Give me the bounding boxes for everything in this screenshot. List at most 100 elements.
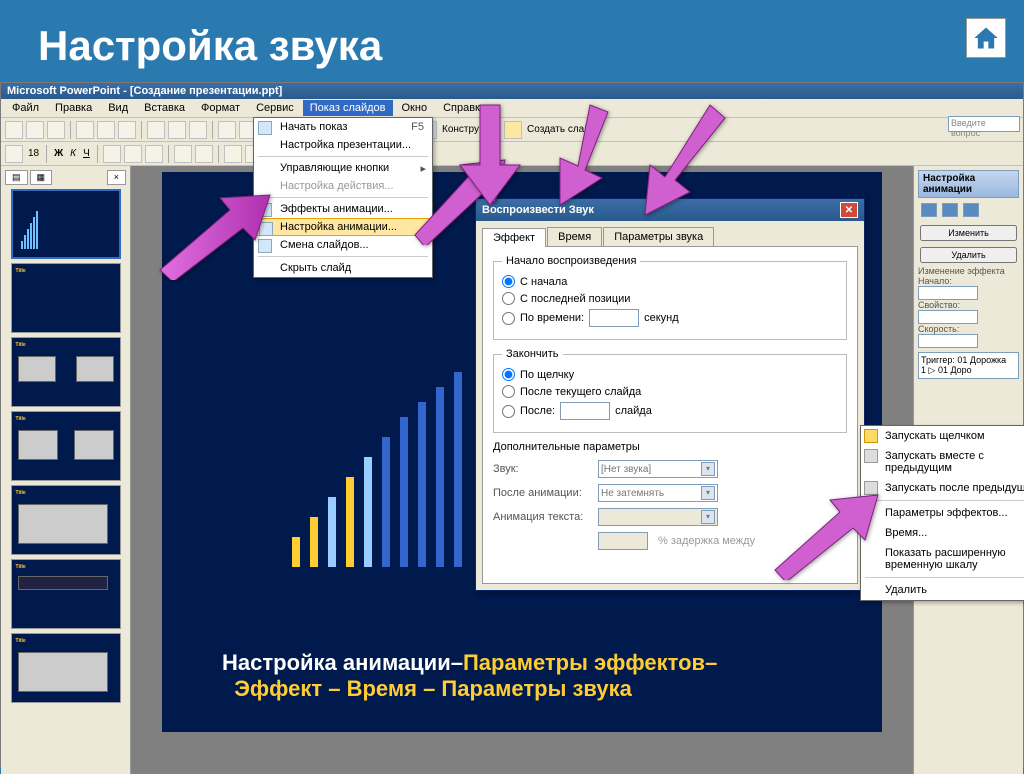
arrow-4 [550,100,620,215]
spell-icon[interactable] [118,121,136,139]
italic-btn[interactable]: К [68,148,78,159]
tab-sound-params[interactable]: Параметры звука [603,227,714,246]
open-icon[interactable] [26,121,44,139]
menu-setup-show[interactable]: Настройка презентации... [254,136,432,154]
slideshow-menu: Начать показF5 Настройка презентации... … [253,117,433,278]
back-icon[interactable] [921,203,937,217]
delay-field [598,532,648,550]
close-button[interactable]: ✕ [840,202,858,218]
pane-speed-lbl: Скорость: [918,324,1019,334]
effect-context-menu: Запускать щелчком Запускать вместе с пре… [860,425,1024,601]
home-button[interactable] [966,18,1006,58]
ask-question-field[interactable]: Введите вопрос [948,116,1020,132]
print-icon[interactable] [76,121,94,139]
menu-file[interactable]: Файл [5,100,46,116]
thumb-close[interactable]: × [107,170,126,185]
ctx-effect-options[interactable]: Параметры эффектов... [861,503,1024,523]
thumb-tab-outline[interactable]: ▤ [5,170,28,185]
after-field[interactable] [560,402,610,420]
ctx-advanced-timeline[interactable]: Показать расширенную временную шкалу [861,543,1024,575]
sound-combo[interactable]: [Нет звука]▾ [598,460,718,478]
mouse-icon [864,429,878,443]
save-icon[interactable] [47,121,65,139]
after-anim-combo[interactable]: Не затемнять▾ [598,484,718,502]
menu-custom-animation[interactable]: Настройка анимации... [254,218,432,236]
home-icon-pane[interactable] [963,203,979,217]
radio-on-click[interactable] [502,368,515,381]
thumb-3[interactable]: Title [11,337,121,407]
ctx-delete[interactable]: Удалить [861,580,1024,600]
arrow-5 [640,100,730,225]
after-anim-lbl: После анимации: [493,487,588,499]
sound-lbl: Звук: [493,463,588,475]
align-left-icon[interactable] [103,145,121,163]
end-playback-group: Закончить По щелчку После текущего слайд… [493,348,847,433]
radio-after-slide[interactable] [502,385,515,398]
bold-btn[interactable]: Ж [52,148,65,159]
page-title: Настройка звука [0,0,1024,70]
align-right-icon[interactable] [145,145,163,163]
menu-animation-schemes[interactable]: Эффекты анимации... [254,200,432,218]
remove-button[interactable]: Удалить [920,247,1017,263]
pane-title: Настройка анимации [918,170,1019,198]
pane-start-field[interactable] [918,286,978,300]
menu-action-settings[interactable]: Настройка действия... [254,177,432,195]
increase-font-icon[interactable] [224,145,242,163]
pane-prop-field[interactable] [918,310,978,324]
fwd-icon[interactable] [942,203,958,217]
text-anim-combo: ▾ [598,508,718,526]
menu-insert[interactable]: Вставка [137,100,192,116]
pane-section: Изменение эффекта [918,266,1019,276]
thumbnail-pane: ▤ ▦ × Title Title Title Title Title Titl… [1,166,131,774]
menu-tools[interactable]: Сервис [249,100,301,116]
thumb-tab-slides[interactable]: ▦ [30,170,53,185]
thumb-6[interactable]: Title [11,559,121,629]
preview-icon[interactable] [97,121,115,139]
radio-from-start[interactable] [502,275,515,288]
radio-last-pos[interactable] [502,292,515,305]
ctx-after-prev[interactable]: Запускать после предыдущего [861,478,1024,498]
menu-window[interactable]: Окно [395,100,435,116]
ctx-on-click[interactable]: Запускать щелчком [861,426,1024,446]
ctx-with-prev[interactable]: Запускать вместе с предыдущим [861,446,1024,478]
new-icon[interactable] [5,121,23,139]
thumb-4[interactable]: Title [11,411,121,481]
pane-speed-field[interactable] [918,334,978,348]
underline-btn[interactable]: Ч [81,148,92,159]
paste-icon[interactable] [189,121,207,139]
menu-start-show[interactable]: Начать показF5 [254,118,432,136]
cut-icon[interactable] [147,121,165,139]
delay-lbl: % задержка между [658,535,755,547]
menu-slide-transition[interactable]: Смена слайдов... [254,236,432,254]
font-btn[interactable] [5,145,23,163]
menu-slideshow[interactable]: Показ слайдов [303,100,393,116]
menu-hide-slide[interactable]: Скрыть слайд [254,259,432,277]
thumb-7[interactable]: Title [11,633,121,703]
trigger-box: Триггер: 01 Дорожка 1 ▷ 01 Доро [918,352,1019,379]
menu-view[interactable]: Вид [101,100,135,116]
modify-button[interactable]: Изменить [920,225,1017,241]
thumb-1[interactable] [11,189,121,259]
radio-after-n[interactable] [502,405,515,418]
trigger-item[interactable]: 1 ▷ 01 Доро [921,365,1016,376]
ctx-timing[interactable]: Время... [861,523,1024,543]
thumb-5[interactable]: Title [11,485,121,555]
with-prev-icon [864,449,878,463]
undo-icon[interactable] [218,121,236,139]
radio-by-time[interactable] [502,312,515,325]
thumb-2[interactable]: Title [11,263,121,333]
tab-timing[interactable]: Время [547,227,602,246]
numbering-icon[interactable] [195,145,213,163]
align-center-icon[interactable] [124,145,142,163]
bullets-icon[interactable] [174,145,192,163]
time-field[interactable] [589,309,639,327]
menu-edit[interactable]: Правка [48,100,99,116]
font-size[interactable]: 18 [26,148,41,159]
menu-format[interactable]: Формат [194,100,247,116]
arrow-1 [155,190,275,285]
copy-icon[interactable] [168,121,186,139]
text-anim-lbl: Анимация текста: [493,511,588,523]
pane-prop-lbl: Свойство: [918,300,1019,310]
arrow-6 [770,490,880,585]
menu-action-buttons[interactable]: Управляющие кнопки [254,159,432,177]
